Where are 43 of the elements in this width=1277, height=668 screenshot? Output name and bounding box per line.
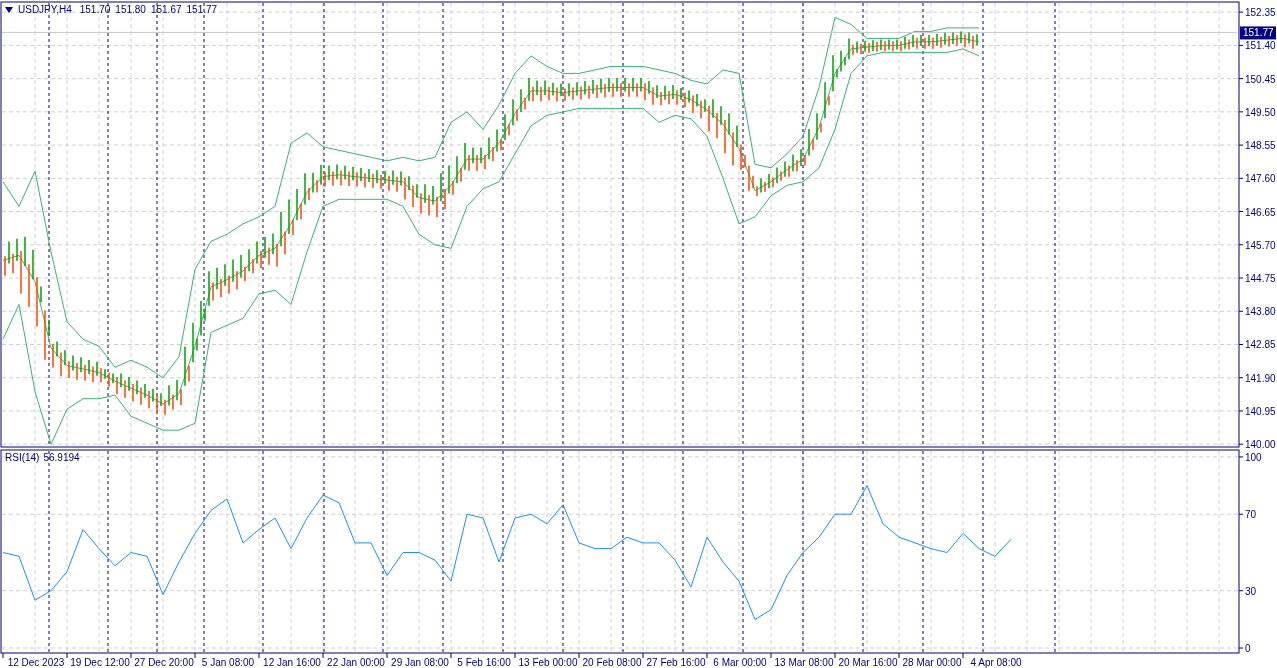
price-axis-label: 152.35 — [1245, 7, 1276, 19]
price-axis-label: 150.45 — [1245, 73, 1276, 85]
price-axis-label: 146.65 — [1245, 206, 1276, 218]
price-axis-label: 143.80 — [1245, 306, 1276, 318]
time-axis-label: 28 Mar 00:00 — [902, 657, 962, 668]
rsi-axis-label: 70 — [1245, 509, 1257, 521]
rsi-axis-label: 0 — [1245, 643, 1251, 655]
time-axis-label: 12 Jan 16:00 — [263, 657, 321, 668]
price-axis-label: 149.50 — [1245, 106, 1276, 118]
price-axis-label: 144.75 — [1245, 273, 1276, 285]
dropdown-triangle-icon[interactable] — [5, 6, 13, 13]
rsi-axis-label: 100 — [1245, 451, 1262, 463]
time-axis-label: 4 Apr 08:00 — [970, 657, 1022, 668]
price-axis-label: 151.40 — [1245, 40, 1276, 52]
price-axis-label: 140.00 — [1245, 439, 1276, 448]
time-axis-label: 19 Dec 12:00 — [70, 657, 130, 668]
symbol-label: USDJPY,H4 — [18, 4, 72, 15]
time-axis-label: 29 Jan 08:00 — [391, 657, 449, 668]
time-axis-label: 5 Feb 16:00 — [457, 657, 511, 668]
time-axis-label: 27 Dec 20:00 — [134, 657, 194, 668]
indicator-label: RSI(14) — [5, 452, 40, 463]
price-axis-label: 142.85 — [1245, 339, 1276, 351]
time-axis-label: 12 Dec 2023 — [7, 657, 65, 668]
time-axis-label: 13 Mar 08:00 — [774, 657, 834, 668]
price-axis-label: 147.60 — [1245, 173, 1276, 185]
time-axis-label: 13 Feb 00:00 — [518, 657, 578, 668]
rsi-axis-label: 30 — [1245, 585, 1257, 597]
price-axis-label: 140.95 — [1245, 405, 1276, 417]
time-axis-label: 20 Feb 08:00 — [582, 657, 642, 668]
ohlc-value: 151.77 — [186, 4, 218, 15]
time-axis-label: 6 Mar 00:00 — [713, 657, 767, 668]
ohlc-value: 151.70 — [79, 4, 111, 15]
price-axis-label: 141.90 — [1245, 372, 1276, 384]
time-axis-label: 22 Jan 00:00 — [327, 657, 385, 668]
time-axis-label: 27 Feb 16:00 — [646, 657, 706, 668]
current-price-tag: 151.77 — [1240, 26, 1276, 40]
price-axis-label: 148.55 — [1245, 140, 1276, 152]
time-axis-label: 5 Jan 08:00 — [201, 657, 255, 668]
ohlc-value: 151.67 — [150, 4, 182, 15]
time-axis-label: 20 Mar 16:00 — [838, 657, 898, 668]
price-axis-label: 145.70 — [1245, 239, 1276, 251]
indicator-value: 56.9194 — [43, 452, 80, 463]
ohlc-value: 151.80 — [115, 4, 146, 15]
